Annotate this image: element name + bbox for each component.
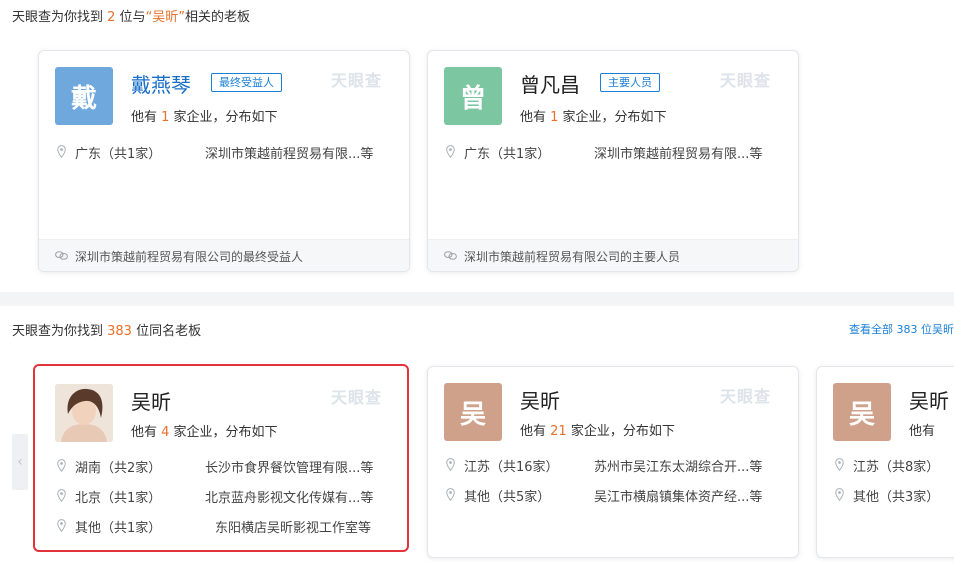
company-count-desc: 他有 bbox=[909, 424, 936, 439]
footer-text: 深圳市策越前程贸易有限公司的最终受益人 bbox=[75, 250, 304, 264]
boss-name-link[interactable]: 戴燕琴 bbox=[131, 69, 191, 98]
location-row[interactable]: 广东（共1家） 深圳市策越前程贸易有限...等 bbox=[446, 143, 786, 162]
company-count-desc: 他有 4 家企业，分布如下 bbox=[131, 425, 278, 440]
avatar: 吴 bbox=[444, 383, 502, 441]
company-name: 北京蓝舟影视文化传媒有...等 bbox=[205, 491, 374, 506]
footer-text: 深圳市策越前程贸易有限公司的主要人员 bbox=[464, 250, 681, 264]
avatar: 戴 bbox=[55, 67, 113, 125]
location-label: 其他（共5家） bbox=[464, 490, 551, 505]
location-row[interactable]: 江苏（共8家） bbox=[835, 456, 954, 475]
avatar: 吴 bbox=[833, 383, 891, 441]
company-name: 深圳市策越前程贸易有限...等 bbox=[205, 147, 374, 162]
location-pin-icon bbox=[835, 458, 844, 471]
location-pin-icon bbox=[446, 488, 455, 501]
link-icon bbox=[55, 251, 68, 260]
location-label: 北京（共1家） bbox=[75, 491, 162, 506]
location-row[interactable]: 其他（共1家） 东阳横店吴昕影视工作室等 bbox=[57, 517, 397, 536]
location-pin-icon bbox=[57, 489, 66, 502]
boss-name-link[interactable]: 曾凡昌 bbox=[520, 69, 580, 98]
boss-card-partial[interactable]: 吴 吴昕 他有 江苏（共8家） 其他（共3家） bbox=[816, 366, 954, 558]
role-tag: 最终受益人 bbox=[211, 73, 282, 92]
carousel-prev-button[interactable]: ‹ bbox=[12, 434, 28, 490]
company-name: 长沙市食界餐饮管理有限...等 bbox=[205, 461, 374, 476]
boss-card[interactable]: 吴 吴昕 天眼查 他有 21 家企业，分布如下 江苏（共16家） 苏州市吴江东太… bbox=[427, 366, 799, 558]
boss-card[interactable]: 戴 戴燕琴 最终受益人 天眼查 他有 1 家企业，分布如下 广东（共1家） 深圳… bbox=[38, 50, 410, 272]
location-label: 湖南（共2家） bbox=[75, 461, 162, 476]
see-all-link[interactable]: 查看全部 383 位吴昕 bbox=[849, 321, 954, 337]
tianyancha-watermark: 天眼查 bbox=[720, 387, 772, 406]
company-name: 吴江市横扇镇集体资产经...等 bbox=[594, 490, 763, 505]
location-pin-icon bbox=[57, 519, 66, 532]
location-pin-icon bbox=[446, 458, 455, 471]
company-name: 深圳市策越前程贸易有限...等 bbox=[594, 147, 763, 162]
location-label: 广东（共1家） bbox=[464, 147, 551, 162]
section-title-same-name: 天眼查为你找到 383 位同名老板 bbox=[12, 324, 202, 339]
company-name: 苏州市吴江东太湖综合开...等 bbox=[594, 460, 763, 475]
location-label: 其他（共1家） bbox=[75, 521, 162, 536]
card-footer: 深圳市策越前程贸易有限公司的最终受益人 bbox=[39, 239, 409, 271]
location-row[interactable]: 广东（共1家） 深圳市策越前程贸易有限...等 bbox=[57, 143, 397, 162]
card-footer: 深圳市策越前程贸易有限公司的主要人员 bbox=[428, 239, 798, 271]
location-label: 江苏（共16家） bbox=[464, 460, 559, 475]
company-count-desc: 他有 1 家企业，分布如下 bbox=[131, 110, 278, 125]
avatar: 曾 bbox=[444, 67, 502, 125]
boss-card-selected[interactable]: 吴昕 天眼查 他有 4 家企业，分布如下 湖南（共2家） 长沙市食界餐饮管理有限… bbox=[33, 364, 409, 552]
chevron-left-icon: ‹ bbox=[17, 454, 23, 470]
company-count-desc: 他有 1 家企业，分布如下 bbox=[520, 110, 667, 125]
related-bosses-section: 天眼查为你找到 2 位与“吴昕”相关的老板 戴 戴燕琴 最终受益人 天眼查 他有… bbox=[0, 0, 954, 292]
boss-card[interactable]: 曾 曾凡昌 主要人员 天眼查 他有 1 家企业，分布如下 广东（共1家） 深圳市… bbox=[427, 50, 799, 272]
location-row[interactable]: 其他（共3家） bbox=[835, 486, 954, 505]
boss-name-link[interactable]: 吴昕 bbox=[520, 385, 560, 414]
location-label: 江苏（共8家） bbox=[853, 460, 940, 475]
location-label: 广东（共1家） bbox=[75, 147, 162, 162]
location-row[interactable]: 江苏（共16家） 苏州市吴江东太湖综合开...等 bbox=[446, 456, 786, 475]
tianyancha-watermark: 天眼查 bbox=[331, 388, 383, 407]
location-pin-icon bbox=[57, 459, 66, 472]
location-label: 其他（共3家） bbox=[853, 490, 940, 505]
tianyancha-watermark: 天眼查 bbox=[331, 71, 383, 90]
boss-name-link[interactable]: 吴昕 bbox=[131, 386, 171, 415]
location-pin-icon bbox=[57, 145, 66, 158]
tianyancha-watermark: 天眼查 bbox=[720, 71, 772, 90]
company-name: 东阳横店吴昕影视工作室等 bbox=[215, 521, 372, 536]
section-title-related: 天眼查为你找到 2 位与“吴昕”相关的老板 bbox=[12, 10, 251, 25]
role-tag: 主要人员 bbox=[600, 73, 660, 92]
boss-name-link[interactable]: 吴昕 bbox=[909, 385, 949, 414]
location-pin-icon bbox=[446, 145, 455, 158]
company-count-desc: 他有 21 家企业，分布如下 bbox=[520, 424, 675, 439]
location-row[interactable]: 其他（共5家） 吴江市横扇镇集体资产经...等 bbox=[446, 486, 786, 505]
location-pin-icon bbox=[835, 488, 844, 501]
location-row[interactable]: 北京（共1家） 北京蓝舟影视文化传媒有...等 bbox=[57, 487, 397, 506]
link-icon bbox=[444, 251, 457, 260]
person-photo-icon bbox=[55, 384, 113, 442]
location-row[interactable]: 湖南（共2家） 长沙市食界餐饮管理有限...等 bbox=[57, 457, 397, 476]
avatar-photo bbox=[55, 384, 113, 442]
